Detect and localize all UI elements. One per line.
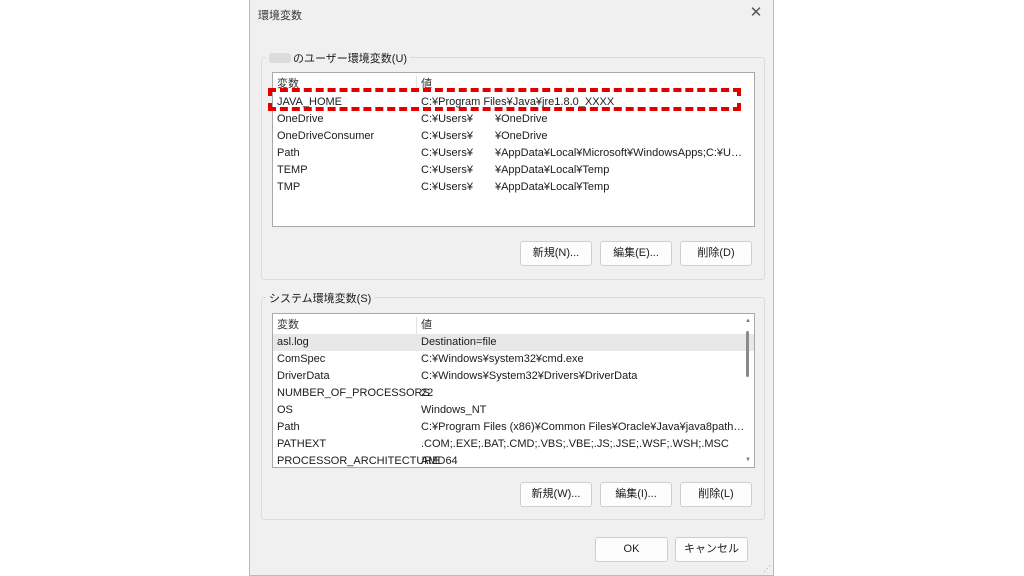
- column-header-variable[interactable]: 変数: [277, 76, 299, 93]
- table-row[interactable]: PATHEXT .COM;.EXE;.BAT;.CMD;.VBS;.VBE;.J…: [273, 436, 754, 453]
- user-variables-label: のユーザー環境変数(U): [266, 50, 411, 66]
- variable-name: asl.log: [277, 336, 309, 348]
- variable-value: Windows_NT: [421, 404, 487, 416]
- table-row[interactable]: PROCESSOR_ARCHITECTURE AMD64: [273, 453, 754, 467]
- scroll-up-arrow-icon[interactable]: ▲: [742, 316, 754, 326]
- variable-value: C:¥Program Files¥Java¥jre1.8.0_XXXX: [421, 96, 615, 108]
- scroll-down-arrow-icon[interactable]: ▼: [742, 455, 754, 465]
- variable-value: C:¥Users¥ ¥OneDrive: [421, 130, 548, 142]
- table-row[interactable]: TEMP C:¥Users¥ ¥AppData¥Local¥Temp: [273, 162, 754, 179]
- variable-value: C:¥Users¥ ¥OneDrive: [421, 113, 548, 125]
- variable-name: Path: [277, 147, 300, 159]
- variable-value: C:¥Program Files (x86)¥Common Files¥Orac…: [421, 421, 747, 433]
- system-variables-group: システム環境変数(S) 変数 値 asl.log Destination=fil…: [261, 290, 765, 520]
- system-variables-label: システム環境変数(S): [266, 290, 375, 306]
- user-delete-button[interactable]: 削除(D): [680, 241, 752, 266]
- variable-name: OS: [277, 404, 293, 416]
- column-header-variable[interactable]: 変数: [277, 317, 299, 334]
- system-new-button[interactable]: 新規(W)...: [520, 482, 592, 507]
- variable-name: ComSpec: [277, 353, 326, 365]
- scrollbar-thumb[interactable]: [746, 331, 749, 377]
- system-edit-button[interactable]: 編集(I)...: [600, 482, 672, 507]
- table-row[interactable]: NUMBER_OF_PROCESSORS 22: [273, 385, 754, 402]
- user-variables-list[interactable]: 変数 値 JAVA_HOME C:¥Program Files¥Java¥jre…: [272, 72, 755, 227]
- column-header-value[interactable]: 値: [421, 317, 747, 334]
- title-bar[interactable]: 環境変数 ✕: [250, 0, 773, 28]
- system-variables-list[interactable]: 変数 値 asl.log Destination=file ComSpec C:…: [272, 313, 755, 468]
- variable-name: Path: [277, 421, 300, 433]
- cancel-button[interactable]: キャンセル: [675, 537, 748, 562]
- variable-name: DriverData: [277, 370, 330, 382]
- table-row[interactable]: Path C:¥Program Files (x86)¥Common Files…: [273, 419, 754, 436]
- table-row[interactable]: Path C:¥Users¥ ¥AppData¥Local¥Microsoft¥…: [273, 145, 754, 162]
- resize-grip-icon[interactable]: ⋰: [763, 565, 771, 573]
- variable-name: PROCESSOR_ARCHITECTURE: [277, 455, 440, 467]
- variable-value: 22: [421, 387, 434, 399]
- table-row[interactable]: DriverData C:¥Windows¥System32¥Drivers¥D…: [273, 368, 754, 385]
- user-variables-group: のユーザー環境変数(U) 変数 値 JAVA_HOME C:¥Program F…: [261, 50, 765, 280]
- variable-value: C:¥Windows¥system32¥cmd.exe: [421, 353, 584, 365]
- variable-name: OneDriveConsumer: [277, 130, 375, 142]
- list-header: 変数 値: [273, 76, 754, 93]
- list-header: 変数 値: [273, 317, 754, 334]
- window-title: 環境変数: [258, 10, 302, 22]
- table-row[interactable]: OneDrive C:¥Users¥ ¥OneDrive: [273, 111, 754, 128]
- variable-value: AMD64: [421, 455, 458, 467]
- variable-name: JAVA_HOME: [277, 96, 342, 108]
- ok-button[interactable]: OK: [595, 537, 668, 562]
- user-edit-button[interactable]: 編集(E)...: [600, 241, 672, 266]
- variable-value: C:¥Users¥ ¥AppData¥Local¥Temp: [421, 164, 610, 176]
- variable-value: Destination=file: [421, 336, 497, 348]
- column-header-value[interactable]: 値: [421, 76, 747, 93]
- system-list-scrollbar[interactable]: ▲ ▼: [742, 314, 754, 467]
- table-row[interactable]: OneDriveConsumer C:¥Users¥ ¥OneDrive: [273, 128, 754, 145]
- variable-name: OneDrive: [277, 113, 324, 125]
- variable-name: PATHEXT: [277, 438, 327, 450]
- variable-name: NUMBER_OF_PROCESSORS: [277, 387, 430, 399]
- redacted-username: [269, 53, 291, 63]
- table-row[interactable]: OS Windows_NT: [273, 402, 754, 419]
- close-icon[interactable]: ✕: [747, 4, 765, 22]
- variable-value: C:¥Users¥ ¥AppData¥Local¥Microsoft¥Windo…: [421, 147, 747, 159]
- variable-name: TMP: [277, 181, 301, 193]
- table-row[interactable]: TMP C:¥Users¥ ¥AppData¥Local¥Temp: [273, 179, 754, 196]
- table-row[interactable]: ComSpec C:¥Windows¥system32¥cmd.exe: [273, 351, 754, 368]
- variable-value: .COM;.EXE;.BAT;.CMD;.VBS;.VBE;.JS;.JSE;.…: [421, 438, 729, 450]
- table-row[interactable]: asl.log Destination=file: [273, 334, 754, 351]
- system-delete-button[interactable]: 削除(L): [680, 482, 752, 507]
- variable-name: TEMP: [277, 164, 308, 176]
- user-new-button[interactable]: 新規(N)...: [520, 241, 592, 266]
- environment-variables-dialog: 環境変数 ✕ のユーザー環境変数(U) 変数 値 JAVA_HOME C:¥Pr…: [249, 0, 774, 576]
- variable-value: C:¥Windows¥System32¥Drivers¥DriverData: [421, 370, 638, 382]
- variable-value: C:¥Users¥ ¥AppData¥Local¥Temp: [421, 181, 610, 193]
- table-row[interactable]: JAVA_HOME C:¥Program Files¥Java¥jre1.8.0…: [273, 94, 754, 111]
